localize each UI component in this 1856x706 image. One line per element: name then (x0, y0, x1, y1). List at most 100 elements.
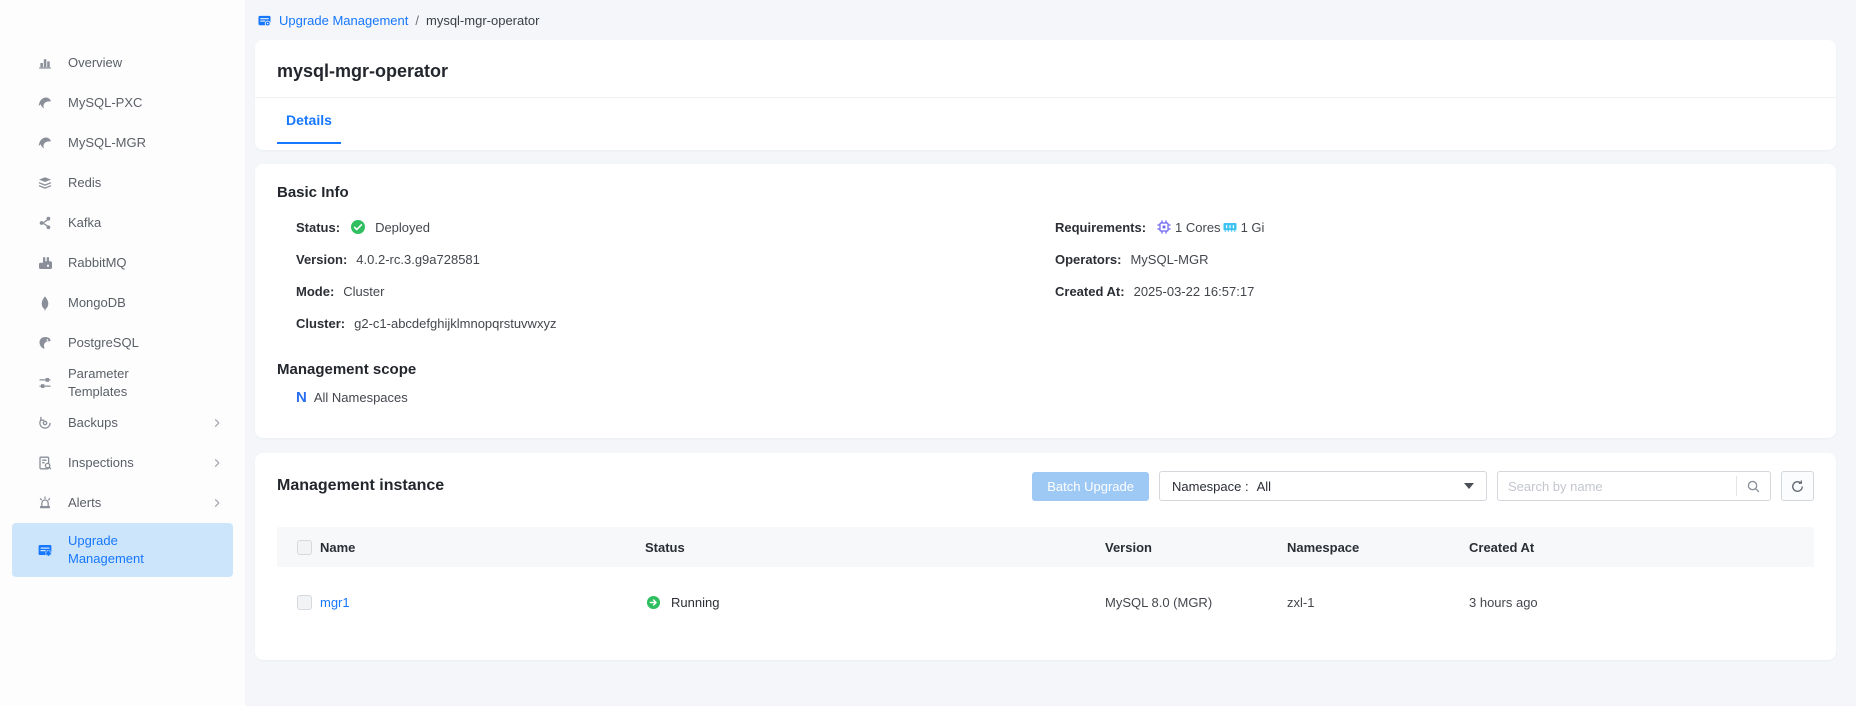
sidebar-item-parameter-templates[interactable]: Parameter Templates (12, 363, 233, 403)
version-field: Version: 4.0.2-rc.3.g9a728581 (296, 243, 1055, 275)
basic-info-card: Basic Info Status: Deployed Version: (255, 164, 1836, 438)
created-at-label: Created At: (1055, 284, 1125, 299)
chevron-right-icon (211, 457, 223, 469)
sidebar-item-mongodb[interactable]: MongoDB (12, 283, 233, 323)
management-instance-card: Management instance Batch Upgrade Namesp… (255, 453, 1836, 660)
namespace-scope-value: All Namespaces (314, 390, 408, 405)
management-instance-title: Management instance (277, 477, 1032, 495)
sidebar-item-redis[interactable]: Redis (12, 163, 233, 203)
row-checkbox[interactable] (297, 595, 312, 610)
overview-icon (37, 55, 53, 71)
breadcrumb: Upgrade Management / mysql-mgr-operator (255, 0, 1836, 40)
sidebar-item-mysql-mgr[interactable]: MySQL-MGR (12, 123, 233, 163)
basic-info-grid: Status: Deployed Version: 4.0.2-rc.3.g9a… (277, 211, 1814, 339)
created-at-field: Created At: 2025-03-22 16:57:17 (1055, 275, 1814, 307)
basic-info-right-column: Requirements: 1 Cores 1 Gi Operators: My… (1055, 211, 1814, 339)
sidebar-item-backups[interactable]: Backups (12, 403, 233, 443)
upgrade-management-icon (37, 542, 53, 558)
column-header-namespace: Namespace (1287, 540, 1469, 555)
batch-upgrade-button[interactable]: Batch Upgrade (1032, 472, 1149, 501)
breadcrumb-separator: / (415, 13, 419, 28)
mode-value: Cluster (343, 284, 384, 299)
inspections-icon (37, 455, 53, 471)
sidebar-item-label: RabbitMQ (68, 254, 127, 272)
search-icon[interactable] (1736, 476, 1770, 496)
sidebar-item-label: Backups (68, 414, 118, 432)
requirements-memory-value: 1 Gi (1241, 220, 1265, 235)
instance-version-cell: MySQL 8.0 (MGR) (1105, 595, 1287, 610)
namespace-filter-select[interactable]: Namespace : All (1159, 471, 1487, 501)
operators-value: MySQL-MGR (1130, 252, 1208, 267)
breadcrumb-current: mysql-mgr-operator (426, 13, 539, 28)
breadcrumb-link[interactable]: Upgrade Management (279, 13, 408, 28)
app-root: Overview MySQL-PXC MySQL-MGR Redis Kafka (0, 0, 1856, 706)
table-toolbar: Management instance Batch Upgrade Namesp… (277, 471, 1814, 501)
version-value: 4.0.2-rc.3.g9a728581 (356, 252, 480, 267)
sidebar-item-rabbitmq[interactable]: RabbitMQ (12, 243, 233, 283)
requirements-label: Requirements: (1055, 220, 1146, 235)
search-input[interactable] (1498, 472, 1736, 500)
rabbitmq-icon (37, 255, 53, 271)
cluster-label: Cluster: (296, 316, 345, 331)
kafka-icon (37, 215, 53, 231)
basic-info-left-column: Status: Deployed Version: 4.0.2-rc.3.g9a… (296, 211, 1055, 339)
refresh-icon (1790, 479, 1805, 494)
instance-namespace-cell: zxl-1 (1287, 595, 1469, 610)
select-all-checkbox[interactable] (297, 540, 312, 555)
sidebar-item-kafka[interactable]: Kafka (12, 203, 233, 243)
column-header-created-at: Created At (1469, 540, 1814, 555)
alerts-icon (37, 495, 53, 511)
caret-down-icon (1464, 483, 1474, 489)
chevron-right-icon (211, 417, 223, 429)
sidebar-item-mysql-pxc[interactable]: MySQL-PXC (12, 83, 233, 123)
created-at-value: 2025-03-22 16:57:17 (1134, 284, 1255, 299)
mysql-icon (37, 95, 53, 111)
sidebar: Overview MySQL-PXC MySQL-MGR Redis Kafka (0, 0, 245, 706)
upgrade-management-icon (257, 13, 272, 28)
version-label: Version: (296, 252, 347, 267)
table-header-row: Name Status Version Namespace Created At (277, 527, 1814, 567)
memory-icon (1222, 219, 1238, 235)
sidebar-item-label: Upgrade Management (68, 532, 178, 568)
sidebar-item-overview[interactable]: Overview (12, 43, 233, 83)
sidebar-item-upgrade-management[interactable]: Upgrade Management (12, 523, 233, 577)
instance-name-link[interactable]: mgr1 (320, 595, 350, 610)
management-scope-title: Management scope (277, 361, 1814, 378)
check-circle-icon (350, 219, 366, 235)
mode-field: Mode: Cluster (296, 275, 1055, 307)
cluster-value: g2-c1-abcdefghijklmnopqrstuvwxyz (354, 316, 556, 331)
sidebar-item-inspections[interactable]: Inspections (12, 443, 233, 483)
chevron-right-icon (211, 497, 223, 509)
table-header-cell (277, 540, 320, 555)
basic-info-title: Basic Info (277, 184, 1814, 201)
sidebar-item-label: Redis (68, 174, 101, 192)
sidebar-item-label: Kafka (68, 214, 101, 232)
status-value: Deployed (349, 219, 430, 235)
sidebar-item-label: Parameter Templates (68, 365, 178, 401)
management-scope-row: N All Namespaces (277, 390, 1814, 405)
tab-details[interactable]: Details (277, 98, 341, 144)
table-row: mgr1 Running MySQL 8.0 (MGR) zxl-1 3 hou… (277, 567, 1814, 637)
sidebar-item-label: Alerts (68, 494, 101, 512)
sidebar-item-label: Overview (68, 54, 122, 72)
sidebar-item-alerts[interactable]: Alerts (12, 483, 233, 523)
column-header-version: Version (1105, 540, 1287, 555)
main-content: Upgrade Management / mysql-mgr-operator … (245, 0, 1856, 706)
search-box (1497, 471, 1771, 501)
instance-created-at-cell: 3 hours ago (1469, 595, 1814, 610)
sidebar-item-postgresql[interactable]: PostgreSQL (12, 323, 233, 363)
operators-label: Operators: (1055, 252, 1121, 267)
postgresql-icon (37, 335, 53, 351)
instance-status-text: Running (671, 595, 719, 610)
requirements-field: Requirements: 1 Cores 1 Gi (1055, 211, 1814, 243)
status-field: Status: Deployed (296, 211, 1055, 243)
instance-status-cell: Running (645, 595, 1105, 610)
page-title: mysql-mgr-operator (255, 40, 1836, 97)
cpu-icon (1156, 219, 1172, 235)
parameter-templates-icon (37, 375, 53, 391)
mysql-icon (37, 135, 53, 151)
column-header-status: Status (645, 540, 1105, 555)
namespace-filter-value: All (1257, 479, 1464, 494)
toolbar-controls: Batch Upgrade Namespace : All (1032, 471, 1814, 501)
refresh-button[interactable] (1781, 471, 1814, 501)
